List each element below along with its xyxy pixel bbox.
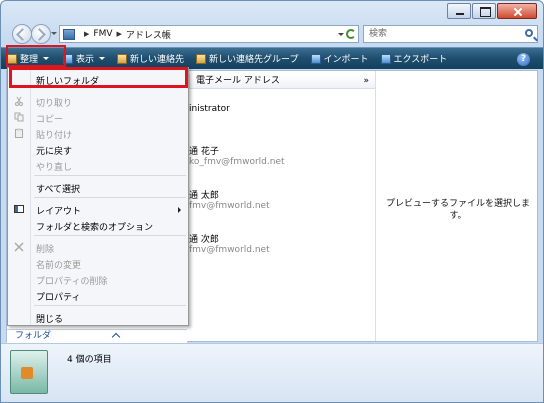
refresh-icon[interactable] [346,29,356,39]
recent-pages-dropdown[interactable] [51,32,57,35]
new-contact-icon [117,53,128,64]
search-icon[interactable] [525,29,533,37]
export-icon [380,53,391,64]
close-button[interactable] [497,3,537,19]
contact-email: fmv@fmworld.net [189,201,270,211]
contact-email: ko_fmv@fmworld.net [189,157,285,167]
import-label: インポート [323,55,369,65]
address-book-folder-icon [10,350,48,394]
address-book-icon [63,28,75,40]
layout-icon [14,205,24,213]
column-header-email[interactable]: 電子メール アドレス » [189,74,375,89]
highlight-organize [6,45,66,67]
list-item[interactable]: 通 花子 ko_fmv@fmworld.net [189,144,285,167]
address-dropdown-icon[interactable] [338,33,344,36]
menu-item-folder-options[interactable]: フォルダと検索のオプション [36,220,153,233]
breadcrumb-separator-icon[interactable]: ▶ [117,30,122,38]
new-group-label: 新しい連絡先グループ [209,55,299,65]
menu-item-paste[interactable]: 貼り付け [36,128,72,141]
maximize-button[interactable] [472,3,496,19]
menu-separator [34,175,186,176]
view-label: 表示 [76,55,95,65]
highlight-new-folder [9,67,188,88]
export-button[interactable]: エクスポート [375,48,454,69]
help-icon[interactable]: ? [517,53,530,66]
menu-separator [34,305,186,306]
menu-item-copy[interactable]: コピー [36,112,63,125]
contact-name: 通 太郎 [189,191,219,201]
minimize-button[interactable] [447,3,471,19]
menu-item-undo[interactable]: 元に戻す [36,144,72,157]
scissors-icon [15,96,23,106]
new-contact-label: 新しい連絡先 [130,55,185,65]
window-controls [446,3,537,19]
chevron-down-icon [99,57,106,60]
menu-item-rename[interactable]: 名前の変更 [36,258,81,271]
email-column-label: 電子メール アドレス [196,76,280,86]
list-item[interactable]: 通 太郎 fmv@fmworld.net [189,188,270,211]
breadcrumb-address-book[interactable]: アドレス帳 [126,28,171,41]
submenu-arrow-icon [178,207,181,213]
export-label: エクスポート [393,55,448,65]
menu-item-redo[interactable]: やり直し [36,160,72,173]
copy-icon [14,112,24,122]
menu-separator [34,235,186,236]
contact-name: 通 花子 [189,147,219,157]
folder-pane-toggle[interactable]: フォルダ [7,329,187,343]
menu-item-select-all[interactable]: すべて選択 [36,182,80,195]
menu-item-delete[interactable]: 削除 [36,242,54,255]
item-count: 4 個の項目 [67,355,112,365]
organize-menu: 新しいフォルダ 切り取り コピー 貼り付け 元に戻す やり直し すべて選択 レイ… [7,67,189,326]
menu-separator [34,197,186,198]
menu-item-properties[interactable]: プロパティ [36,290,80,303]
preview-message: プレビューするファイルを選択します。 [385,199,530,221]
delete-icon [14,242,24,252]
address-bar[interactable]: ▶ FMV ▶ アドレス帳 [59,25,359,43]
paste-icon [15,128,23,138]
breadcrumb-separator-icon[interactable]: ▶ [84,30,89,38]
details-pane: 4 個の項目 [1,343,543,402]
import-button[interactable]: インポート [305,48,375,69]
contact-name: 通 次郎 [189,235,219,245]
contact-name: inistrator [189,104,230,114]
import-icon [310,53,321,64]
search-input[interactable]: 検索 [363,25,538,43]
menu-item-close[interactable]: 閉じる [36,312,63,325]
command-toolbar: 整理 表示 新しい連絡先 新しい連絡先グループ インポート エクスポート ? [1,47,543,69]
list-item[interactable]: 通 次郎 fmv@fmworld.net [189,232,270,255]
more-columns-icon[interactable]: » [363,74,369,89]
contact-email: fmv@fmworld.net [189,245,270,255]
search-placeholder: 検索 [369,29,388,39]
back-button[interactable] [12,24,32,44]
breadcrumb-fmv[interactable]: FMV [93,29,112,39]
new-contact-group-button[interactable]: 新しい連絡先グループ [190,48,304,69]
chevron-up-icon [111,332,121,342]
new-contact-button[interactable]: 新しい連絡先 [111,48,190,69]
folder-pane-label: フォルダ [15,331,52,341]
menu-gutter [30,68,31,325]
list-item[interactable]: inistrator [189,104,230,114]
new-group-icon [196,53,207,64]
explorer-window: ▶ FMV ▶ アドレス帳 検索 整理 表示 新しい連絡先 新しい連絡先グループ [0,0,544,403]
menu-item-layout[interactable]: レイアウト [36,204,81,217]
forward-button[interactable] [31,24,51,44]
menu-item-remove-properties[interactable]: プロパティの削除 [36,274,107,287]
preview-divider[interactable] [375,71,376,341]
menu-item-cut[interactable]: 切り取り [36,96,72,109]
